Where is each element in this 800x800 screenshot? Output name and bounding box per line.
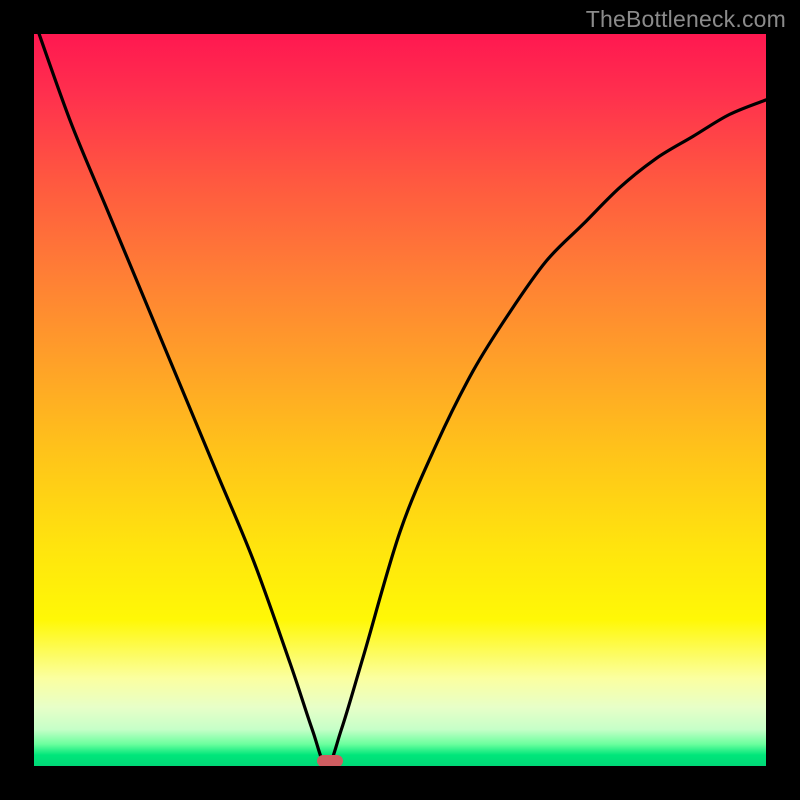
chart-frame: TheBottleneck.com (0, 0, 800, 800)
optimal-point-marker (317, 755, 343, 766)
plot-area (34, 34, 766, 766)
bottleneck-curve (34, 34, 766, 766)
watermark-text: TheBottleneck.com (586, 6, 786, 33)
